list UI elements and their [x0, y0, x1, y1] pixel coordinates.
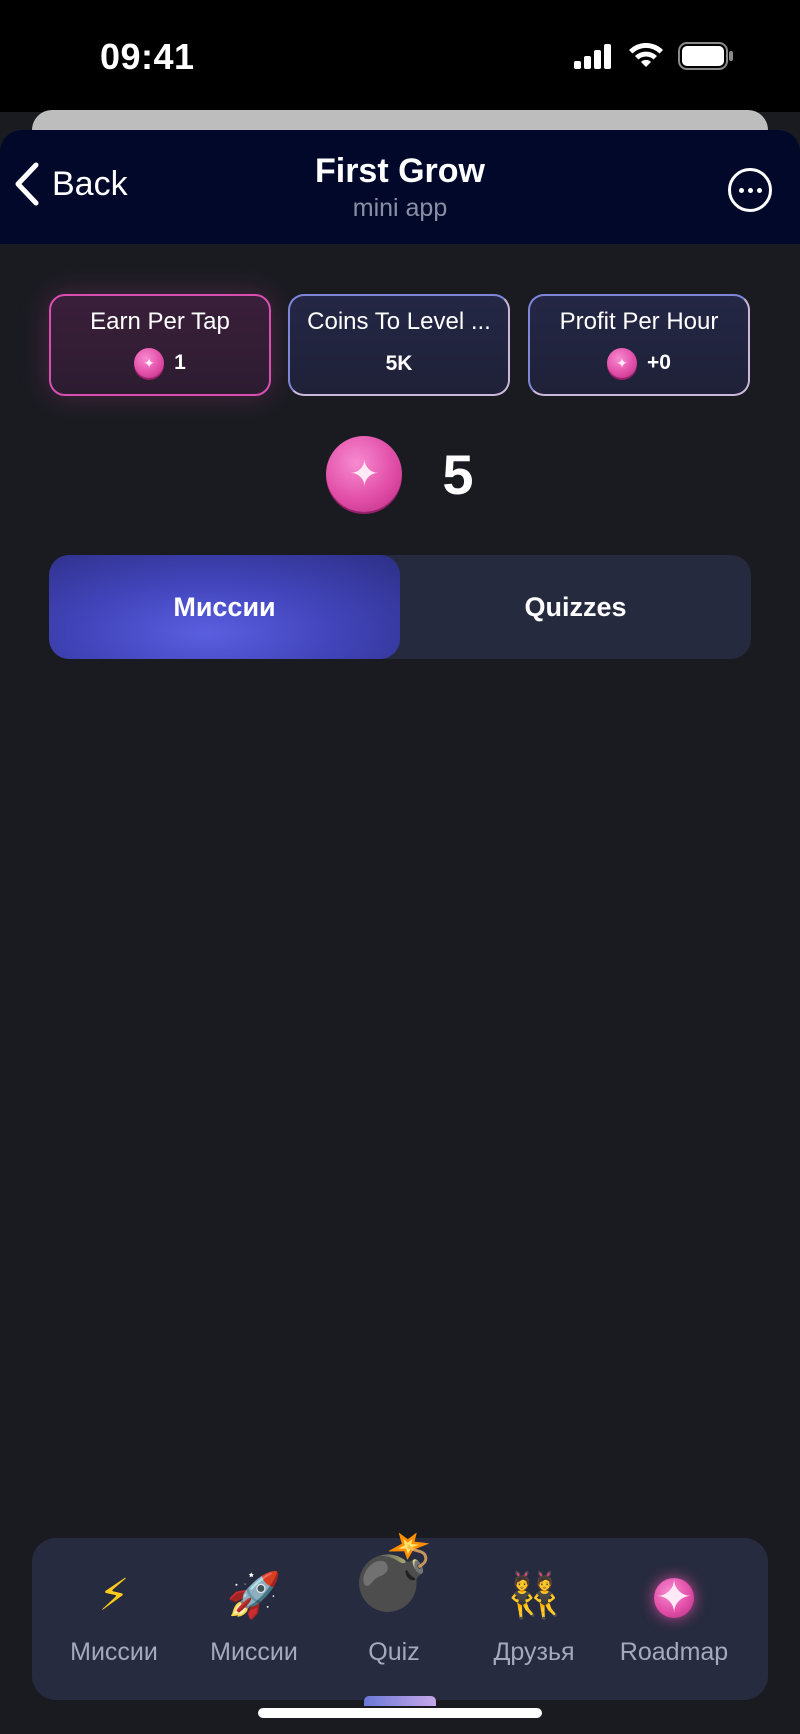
wifi-icon — [629, 43, 663, 67]
stat-card-coins-to-level: Coins To Level ... 5K — [288, 294, 510, 396]
tab-bar: Миссии Quizzes — [49, 555, 751, 659]
nav-label: Миссии — [70, 1638, 158, 1666]
signal-icon — [574, 44, 611, 69]
roadmap-coin-icon — [654, 1578, 694, 1619]
nav-item-friends[interactable]: 👯 Друзья — [464, 1538, 604, 1700]
stat-label: Profit Per Hour — [559, 308, 719, 335]
battery-icon — [678, 42, 733, 70]
nav-item-roadmap[interactable]: Roadmap — [604, 1538, 744, 1700]
coin-icon — [607, 348, 638, 378]
stat-card-profit-per-hour: Profit Per Hour +0 — [528, 294, 750, 396]
nav-label: Roadmap — [619, 1638, 729, 1666]
balance-value: 5 — [442, 442, 474, 506]
status-icons — [574, 42, 734, 70]
friends-icon: 👯 — [506, 1571, 562, 1620]
stat-card-earn-per-tap: Earn Per Tap 1 — [49, 294, 271, 396]
balance: 5 — [0, 436, 800, 512]
nav-item-missions-2[interactable]: 🚀 Миссии — [184, 1538, 324, 1700]
home-indicator — [258, 1708, 542, 1718]
stat-label: Coins To Level ... — [307, 308, 491, 335]
app-header: Back First Grow mini app — [0, 130, 800, 244]
nav-item-quiz[interactable]: 💣 Quiz — [324, 1533, 464, 1700]
nav-label: Миссии — [210, 1638, 298, 1666]
stat-value: 1 — [174, 351, 186, 374]
stat-value: 5K — [385, 352, 413, 375]
status-bar: 09:41 — [0, 0, 800, 112]
tab-quizzes[interactable]: Quizzes — [400, 555, 751, 659]
bottom-nav: ⚡ Миссии 🚀 Миссии 💣 Quiz 👯 Друзья Roadma… — [32, 1533, 768, 1700]
more-icon — [738, 187, 744, 193]
more-button[interactable] — [728, 168, 772, 212]
status-time: 09:41 — [100, 36, 195, 77]
app-title: First Grow — [314, 152, 486, 190]
app-subtitle: mini app — [352, 194, 448, 222]
nav-label: Друзья — [493, 1638, 575, 1666]
active-nav-indicator — [364, 1696, 436, 1706]
bomb-icon: 💣 — [349, 1533, 439, 1613]
rocket-icon: 🚀 — [226, 1571, 282, 1620]
lightning-icon: ⚡ — [98, 1571, 130, 1620]
nav-label: Quiz — [368, 1638, 420, 1666]
stat-value: +0 — [647, 351, 671, 374]
stat-label: Earn Per Tap — [90, 308, 230, 335]
nav-item-missions[interactable]: ⚡ Миссии — [44, 1538, 184, 1700]
coin-icon — [134, 348, 165, 378]
coin-icon[interactable] — [326, 436, 403, 512]
tab-missions[interactable]: Миссии — [49, 555, 400, 659]
